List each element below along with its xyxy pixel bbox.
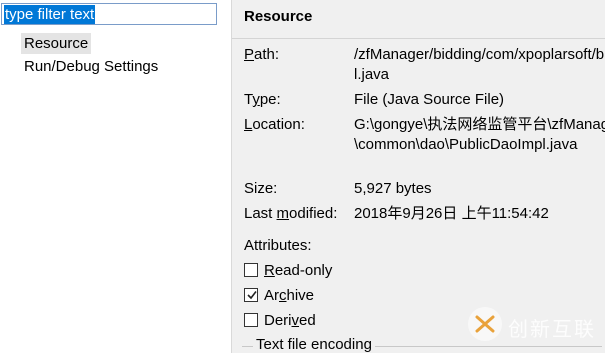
archive-checkbox-box[interactable] bbox=[244, 288, 258, 302]
properties-pane: Resource Path: /zfManager/bidding/com/xp… bbox=[232, 0, 605, 353]
tree-item-run-debug-settings[interactable]: Run/Debug Settings bbox=[21, 56, 161, 77]
checkmark-icon bbox=[247, 291, 257, 300]
read-only-checkbox-box[interactable] bbox=[244, 263, 258, 277]
path-value-line1: /zfManager/bidding/com/xpoplarsoft/biddi… bbox=[354, 46, 605, 63]
title-separator bbox=[232, 38, 605, 39]
text-file-encoding-title: Text file encoding bbox=[253, 335, 375, 353]
tree-item-resource[interactable]: Resource bbox=[21, 33, 92, 54]
last-modified-value: 2018年9月26日 上午11:54:42 bbox=[354, 205, 549, 222]
page-title: Resource bbox=[244, 8, 313, 25]
location-label: Location: bbox=[244, 116, 305, 133]
watermark-x-icon bbox=[468, 307, 502, 341]
watermark-text: 创新互联 bbox=[508, 317, 596, 341]
type-label: Type: bbox=[244, 91, 281, 108]
derived-checkbox-box[interactable] bbox=[244, 313, 258, 327]
path-label: Path: bbox=[244, 46, 280, 63]
filter-input-text[interactable]: type filter text bbox=[4, 5, 96, 24]
size-value: 5,927 bytes bbox=[354, 180, 432, 197]
location-value-line2: \common\dao\PublicDaoImpl.java bbox=[354, 136, 578, 153]
archive-checkbox-label[interactable]: Archive bbox=[264, 286, 314, 306]
left-pane: type filter text Resource Run/Debug Sett… bbox=[0, 0, 231, 353]
last-modified-label: Last modified: bbox=[244, 205, 338, 222]
path-value-line2: l.java bbox=[354, 66, 390, 83]
filter-input[interactable]: type filter text bbox=[1, 3, 217, 25]
location-value-line1: G:\gongye\执法网络监管平台\zfManager\bidding\com… bbox=[354, 116, 605, 133]
attributes-label: Attributes: bbox=[244, 237, 312, 254]
type-value: File (Java Source File) bbox=[354, 91, 505, 108]
read-only-checkbox-label[interactable]: Read-only bbox=[264, 261, 332, 281]
watermark-logo: 创新互联 bbox=[468, 305, 605, 345]
size-label: Size: bbox=[244, 180, 278, 197]
derived-checkbox-label[interactable]: Derived bbox=[264, 311, 316, 331]
